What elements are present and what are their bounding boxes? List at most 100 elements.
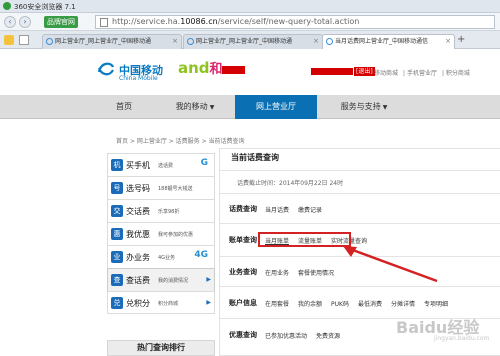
bill-icon: 查 — [111, 274, 123, 286]
chevron-right-icon: ▶ — [206, 276, 211, 283]
url-field[interactable]: http://service.ha.10086.cn/service/self/… — [95, 15, 495, 29]
tab-close-icon[interactable]: × — [172, 35, 178, 48]
divider — [219, 193, 500, 194]
browser-tab-2[interactable]: 网上营业厅_网上营业厅_中国移动通 × — [183, 34, 323, 49]
row-label-statement-query: 账单查询 — [229, 236, 257, 244]
top-links: 移动商城 | 手机营业厅 | 积分商城 — [374, 70, 470, 77]
offer-icon: 惠 — [111, 228, 123, 240]
sidebar-item-check-bill[interactable]: 查 查话费 我的消费情况 ▶ — [107, 268, 215, 291]
address-toolbar: ‹ › 品牌官网 http://service.ha.10086.cn/serv… — [0, 13, 500, 31]
sidebar-item-sub: 积分商城 — [158, 301, 179, 307]
sidebar-item-sub: 乐享98折 — [158, 209, 180, 215]
row-label-bill-query: 话费查询 — [229, 205, 257, 213]
link-puk-code[interactable]: PUK码 — [331, 299, 349, 308]
nav-service-support[interactable]: 服务与支持 ▼ — [324, 95, 404, 119]
sidebar-item-label: 我优惠 — [126, 230, 150, 239]
browser-title-bar: 360安全浏览器 7.1 — [0, 0, 500, 13]
4g-logo-icon: 4G — [194, 250, 208, 260]
and-he-logo: and和 — [178, 58, 223, 77]
sidebar-item-label: 交话费 — [126, 207, 150, 216]
link-payment-record[interactable]: 缴费记录 — [298, 205, 322, 214]
link-free-resources[interactable]: 免费资源 — [316, 331, 340, 340]
browser-tab-3[interactable]: 当月话费网上营业厅_中国移动通信 × — [322, 34, 455, 49]
browser-logo-icon — [3, 2, 11, 10]
sidebar-item-sub: 选话费 — [158, 163, 174, 169]
logout-link[interactable]: [退出] — [354, 67, 375, 76]
sidebar-item-sub: 188靓号大钱送 — [158, 186, 193, 192]
link-minimum-spend[interactable]: 最低消费 — [358, 299, 382, 308]
row-links-service-query: 在用业务 套餐使用情况 — [265, 268, 343, 277]
link-points-mall[interactable]: 积分商城 — [446, 70, 470, 77]
sidebar-item-buy-phone[interactable]: 机 买手机 选话费 G — [107, 153, 215, 176]
watermark-url: jingyan.baidu.com — [434, 335, 490, 342]
nav-label: 服务与支持 — [340, 102, 381, 111]
g-logo-icon: G — [200, 158, 208, 168]
sidebar-item-sub: 4G业务 — [158, 255, 176, 261]
business-icon: 业 — [111, 251, 123, 263]
page-list-icon[interactable] — [19, 35, 29, 45]
redacted-block — [222, 66, 245, 74]
sidebar-item-choose-number[interactable]: 号 选号码 188靓号大钱送 — [107, 176, 215, 199]
sidebar-item-label: 选号码 — [126, 184, 150, 193]
tab-close-icon[interactable]: × — [445, 35, 451, 48]
annotation-arrow-icon — [343, 246, 438, 283]
row-links-account-info: 在用套餐 我的余额 PUK码 最低消费 分摊详情 专项明细 — [265, 299, 457, 308]
link-plan-usage[interactable]: 套餐使用情况 — [298, 268, 334, 277]
link-split-details[interactable]: 分摊详情 — [391, 299, 415, 308]
new-tab-icon[interactable]: + — [457, 34, 465, 45]
tab-label: 网上营业厅_网上营业厅_中国移动通 — [55, 38, 152, 45]
row-links-bill-query: 当月话费 缴费记录 — [265, 205, 331, 214]
link-current-month-bill[interactable]: 当月话费 — [265, 205, 289, 214]
sidebar-item-business[interactable]: 业 办业务 4G业务 4G — [107, 245, 215, 268]
sidebar-item-sub: 我的消费情况 — [158, 278, 189, 284]
divider — [219, 286, 500, 287]
nav-label: 我的移动 — [175, 102, 208, 111]
points-icon: 兑 — [111, 297, 123, 309]
link-mobile-hall[interactable]: 手机营业厅 — [407, 70, 437, 77]
divider — [219, 223, 500, 224]
link-special-details[interactable]: 专项明细 — [424, 299, 448, 308]
row-label-service-query: 业务查询 — [229, 268, 257, 276]
page-title: 当前话费查询 — [231, 153, 279, 162]
sidebar-item-pay-bill[interactable]: 交 交话费 乐享98折 — [107, 199, 215, 222]
chevron-right-icon: ▶ — [206, 299, 211, 306]
row-label-account-info: 账户信息 — [229, 299, 257, 307]
tab-favicon-icon — [187, 38, 194, 45]
forward-icon[interactable]: › — [19, 16, 31, 28]
link-joined-offers[interactable]: 已参加优惠活动 — [265, 331, 307, 340]
nav-my-mobile[interactable]: 我的移动 ▼ — [160, 95, 230, 119]
browser-tab-1[interactable]: 网上营业厅_网上营业厅_中国移动通 × — [42, 34, 182, 49]
sidebar: 机 买手机 选话费 G 号 选号码 188靓号大钱送 交 交话费 乐享98折 惠… — [107, 153, 215, 314]
hot-query-ranking: 热门查询排行 — [107, 340, 215, 356]
highlight-box — [258, 232, 351, 247]
tab-bar: 网上营业厅_网上营业厅_中国移动通 × 网上营业厅_网上营业厅_中国移动通 × … — [0, 31, 500, 49]
tab-label: 网上营业厅_网上营业厅_中国移动通 — [196, 38, 293, 45]
sidebar-item-points[interactable]: 兑 兑积分 积分商城 ▶ — [107, 291, 215, 314]
sidebar-item-my-offers[interactable]: 惠 我优惠 我可参加的优惠 — [107, 222, 215, 245]
redacted-username — [311, 68, 353, 75]
nav-online-hall[interactable]: 网上营业厅 — [235, 95, 317, 119]
tab-label: 当月话费网上营业厅_中国移动通信 — [335, 38, 429, 45]
sidebar-item-label: 兑积分 — [126, 299, 150, 308]
china-mobile-logo-icon[interactable] — [96, 58, 116, 78]
he-logo-text: 和 — [209, 62, 223, 77]
bill-cutoff-date: 话费截止时间：2014年09月22日 24时 — [237, 180, 344, 187]
phone-icon: 机 — [111, 159, 123, 171]
page-icon — [100, 18, 108, 27]
main-nav: 首页 我的移动 ▼ 网上营业厅 服务与支持 ▼ — [0, 95, 500, 119]
breadcrumb: 首页 > 网上营业厅 > 话费服务 > 当前话费查询 — [116, 138, 245, 145]
favorites-icon[interactable] — [4, 35, 14, 45]
row-links-offer-query: 已参加优惠活动 免费资源 — [265, 331, 349, 340]
sidebar-item-label: 办业务 — [126, 253, 150, 262]
nav-home[interactable]: 首页 — [104, 95, 144, 119]
link-active-plan[interactable]: 在用套餐 — [265, 299, 289, 308]
link-my-balance[interactable]: 我的余额 — [298, 299, 322, 308]
chevron-down-icon: ▼ — [209, 104, 215, 111]
link-active-services[interactable]: 在用业务 — [265, 268, 289, 277]
brand-site-badge[interactable]: 品牌官网 — [44, 16, 78, 28]
link-mobile-mall[interactable]: 移动商城 — [374, 70, 398, 77]
tab-close-icon[interactable]: × — [313, 35, 319, 48]
pay-icon: 交 — [111, 205, 123, 217]
back-icon[interactable]: ‹ — [4, 16, 16, 28]
url-domain: 10086.cn — [180, 17, 218, 26]
